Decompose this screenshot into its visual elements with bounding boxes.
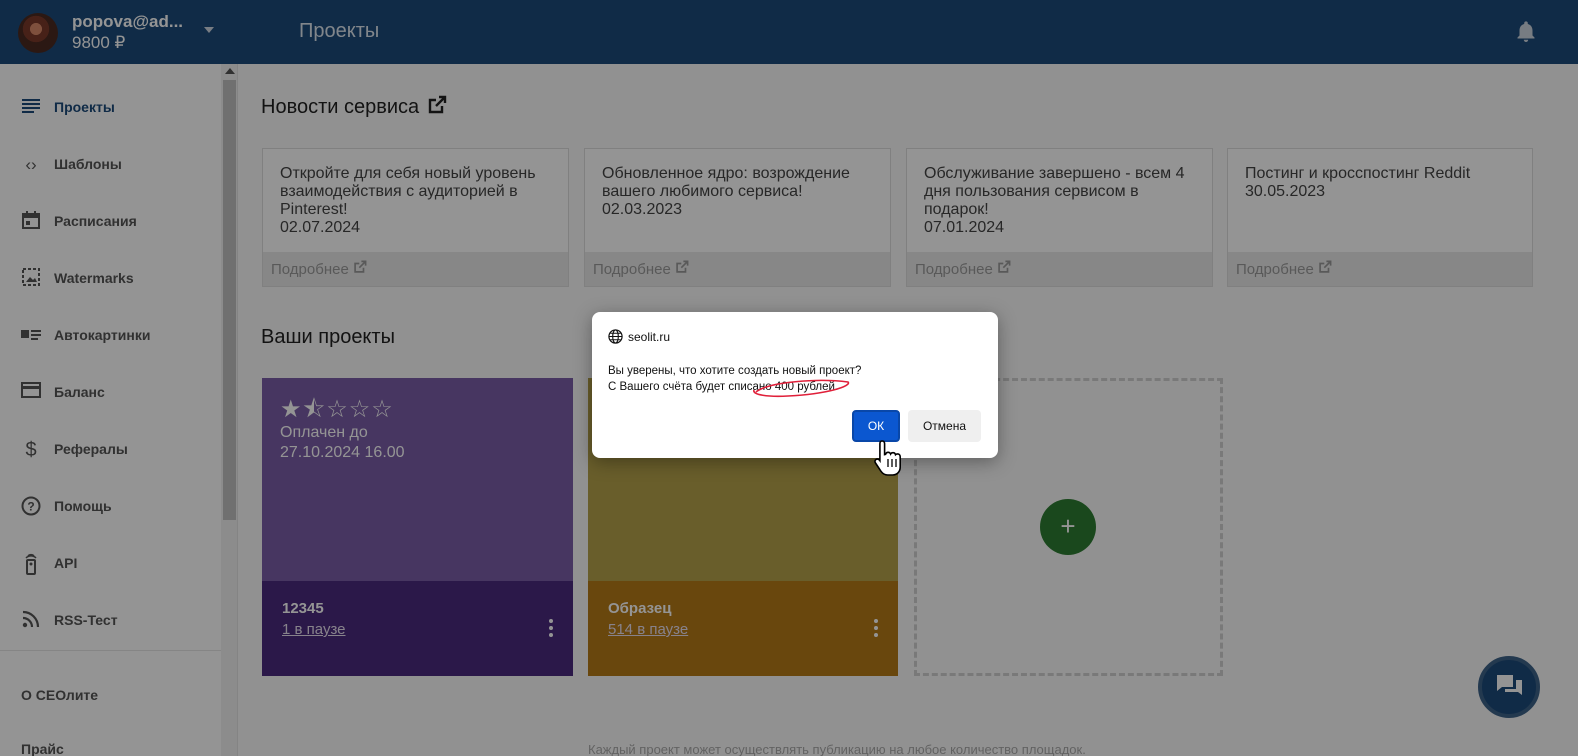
cancel-button[interactable]: Отмена bbox=[908, 410, 981, 442]
globe-icon bbox=[608, 329, 623, 344]
red-highlight-annotation bbox=[753, 379, 850, 398]
hand-pointer-cursor-icon bbox=[874, 440, 901, 476]
dialog-origin: seolit.ru bbox=[628, 330, 671, 344]
